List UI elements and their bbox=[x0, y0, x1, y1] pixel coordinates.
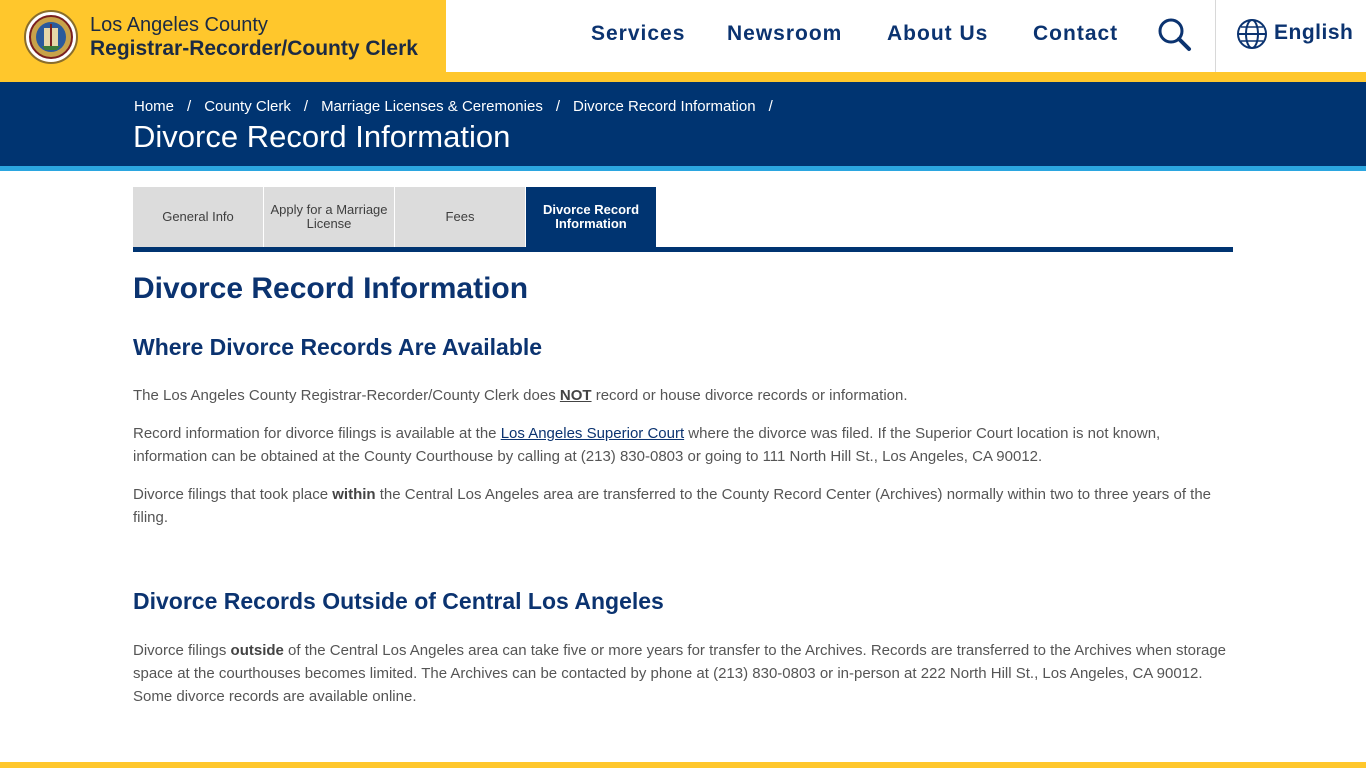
paragraph-text: Divorce filings that took place bbox=[133, 486, 333, 503]
nav-contact[interactable]: Contact bbox=[1033, 22, 1118, 46]
brand-county-name: Los Angeles County bbox=[90, 14, 268, 36]
header-divider bbox=[1215, 0, 1216, 72]
paragraph-outside-central: Divorce filings outside of the Central L… bbox=[133, 639, 1233, 708]
breadcrumb-marriage-licenses[interactable]: Marriage Licenses & Ceremonies bbox=[321, 98, 543, 115]
nav-services[interactable]: Services bbox=[591, 22, 685, 46]
tab-apply-marriage-license[interactable]: Apply for a Marriage License bbox=[264, 187, 394, 247]
breadcrumb-separator: / bbox=[555, 98, 560, 115]
globe-icon bbox=[1237, 19, 1267, 49]
breadcrumb-separator: / bbox=[768, 98, 773, 115]
paragraph-text: Divorce filings bbox=[133, 642, 231, 659]
tab-underline-bar bbox=[133, 247, 1233, 252]
breadcrumb: Home / County Clerk / Marriage Licenses & Ce… bbox=[134, 98, 786, 115]
county-seal-icon bbox=[24, 10, 78, 64]
paragraph-text: The Los Angeles County Registrar-Recorde… bbox=[133, 387, 560, 404]
section-tabs: General Info Apply for a Marriage Licens… bbox=[133, 187, 1233, 252]
breadcrumb-county-clerk[interactable]: County Clerk bbox=[204, 98, 291, 115]
page-title: Divorce Record Information bbox=[133, 119, 511, 154]
breadcrumb-separator: / bbox=[303, 98, 309, 115]
section-heading-outside-central: Divorce Records Outside of Central Los A… bbox=[133, 588, 664, 614]
breadcrumb-divorce-record-info[interactable]: Divorce Record Information bbox=[573, 98, 756, 115]
nav-about-us[interactable]: About Us bbox=[887, 22, 988, 46]
site-header: Los Angeles County Registrar-Recorder/Co… bbox=[0, 0, 1366, 82]
emphasis-not: NOT bbox=[559, 387, 592, 404]
tab-general-info[interactable]: General Info bbox=[133, 187, 263, 247]
header-accent-strip bbox=[0, 72, 1366, 82]
paragraph-within-central: Divorce filings that took place within t… bbox=[133, 483, 1233, 529]
emphasis-within: within bbox=[332, 486, 376, 503]
emphasis-outside: outside bbox=[230, 642, 284, 659]
brand-logo-link[interactable]: Los Angeles County Registrar-Recorder/Co… bbox=[0, 0, 446, 82]
search-icon bbox=[1158, 18, 1191, 51]
search-button[interactable] bbox=[1156, 16, 1194, 54]
content-title: Divorce Record Information bbox=[133, 272, 529, 305]
nav-newsroom[interactable]: Newsroom bbox=[727, 22, 842, 46]
tab-fees[interactable]: Fees bbox=[395, 187, 525, 247]
paragraph-not-housed: The Los Angeles County Registrar-Recorde… bbox=[133, 384, 1233, 407]
paragraph-text: Record information for divorce filings i… bbox=[133, 425, 501, 442]
paragraph-superior-court: Record information for divorce filings i… bbox=[133, 422, 1233, 468]
brand-department-name: Registrar-Recorder/County Clerk bbox=[90, 37, 418, 60]
page-banner: Home / County Clerk / Marriage Licenses & Ce… bbox=[0, 82, 1366, 166]
banner-accent-stripe bbox=[0, 166, 1366, 171]
breadcrumb-separator: / bbox=[187, 98, 192, 115]
footer-accent-strip bbox=[0, 762, 1366, 768]
superior-court-link[interactable]: Los Angeles Superior Court bbox=[501, 425, 684, 442]
tab-divorce-record-information[interactable]: Divorce Record Information bbox=[526, 187, 656, 247]
paragraph-text: of the Central Los Angeles area can take… bbox=[133, 642, 1227, 705]
breadcrumb-home[interactable]: Home bbox=[134, 98, 174, 115]
paragraph-text: record or house divorce records or infor… bbox=[591, 387, 908, 404]
language-label: English bbox=[1274, 21, 1354, 44]
section-heading-availability: Where Divorce Records Are Available bbox=[133, 334, 543, 360]
